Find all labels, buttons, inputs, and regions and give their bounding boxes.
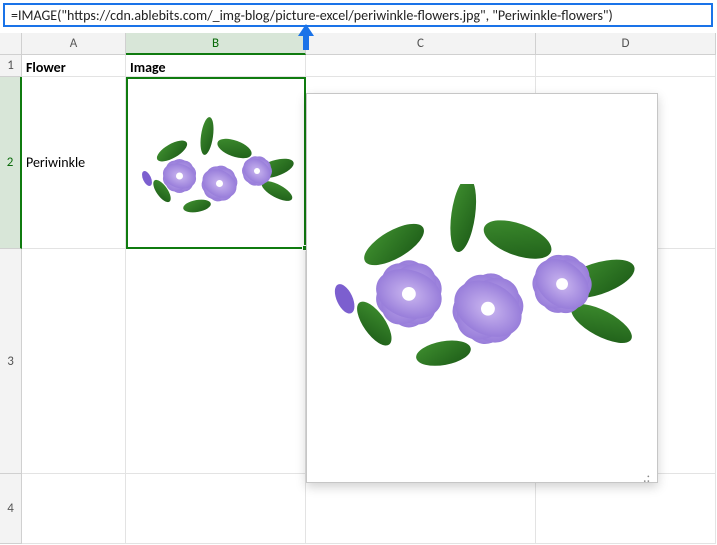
col-header-D[interactable]: D	[536, 33, 716, 55]
cell-B4[interactable]	[126, 474, 306, 544]
col-header-C[interactable]: C	[306, 33, 536, 55]
col-header-A[interactable]: A	[22, 33, 126, 55]
resize-grip-icon[interactable]: .:	[643, 469, 653, 479]
row-header-2[interactable]: 2	[0, 77, 22, 249]
cell-A3[interactable]	[22, 249, 126, 474]
cell-B1[interactable]: Image	[126, 55, 306, 77]
row-header-4[interactable]: 4	[0, 474, 22, 544]
row-header-3[interactable]: 3	[0, 249, 22, 474]
image-preview-large	[315, 184, 651, 384]
cell-A1-text: Flower	[26, 57, 121, 76]
cell-A4[interactable]	[22, 474, 126, 544]
formula-bar[interactable]: =IMAGE("https://cdn.ablebits.com/_img-bl…	[3, 3, 713, 27]
cell-A2[interactable]: Periwinkle	[22, 77, 126, 249]
cell-image-thumbnail	[132, 95, 302, 247]
cell-D4[interactable]	[536, 474, 716, 544]
select-all-corner[interactable]	[0, 33, 22, 55]
cell-C4[interactable]	[306, 474, 536, 544]
periwinkle-icon	[132, 95, 302, 247]
cell-B1-text: Image	[130, 57, 301, 76]
col-header-B[interactable]: B	[126, 33, 306, 55]
cell-B3[interactable]	[126, 249, 306, 474]
cell-C1[interactable]	[306, 55, 536, 77]
spreadsheet-grid[interactable]: A B C D 1 2 3 4 Flower Image Periwinkle	[0, 33, 717, 545]
cell-D1[interactable]	[536, 55, 716, 77]
row-header-1[interactable]: 1	[0, 55, 22, 77]
periwinkle-icon	[315, 184, 651, 384]
cell-A2-text: Periwinkle	[26, 79, 121, 246]
image-preview-card[interactable]: .:	[306, 93, 658, 483]
formula-bar-text: =IMAGE("https://cdn.ablebits.com/_img-bl…	[11, 7, 613, 24]
cell-A1[interactable]: Flower	[22, 55, 126, 77]
